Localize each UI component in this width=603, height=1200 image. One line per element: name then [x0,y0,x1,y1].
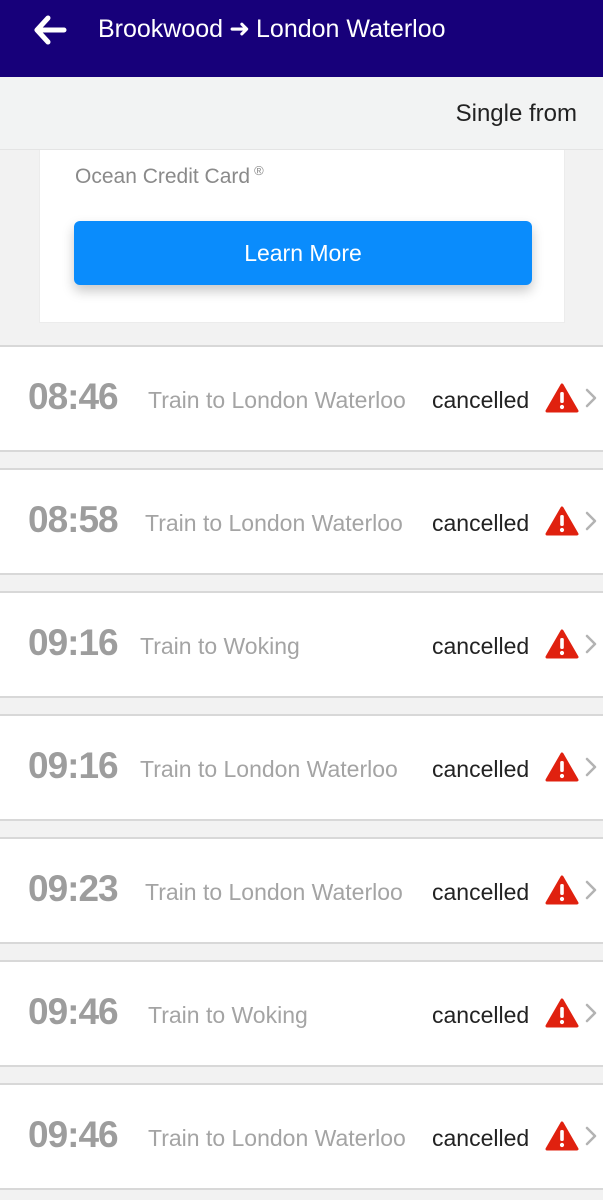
learn-more-button[interactable]: Learn More [74,221,532,285]
departure-row[interactable]: 09:23 Train to London Waterloo cancelled [0,837,603,944]
departure-time: 08:46 [28,376,119,417]
ad-title-text: Ocean Credit Card [75,165,251,188]
departure-row[interactable]: 08:58 Train to London Waterloo cancelled [0,468,603,575]
chevron-right-icon [585,1126,597,1146]
departure-row[interactable]: 09:46 Train to Woking cancelled [0,960,603,1067]
app-header: Brookwood ➜ London Waterloo [0,0,603,77]
departure-destination: Train to London Waterloo [140,756,398,782]
chevron-right-icon [585,511,597,531]
chevron-right-icon [585,880,597,900]
chevron-right-icon [585,757,597,777]
destination-station: London Waterloo [256,15,446,43]
departure-destination: Train to London Waterloo [145,879,403,905]
warning-triangle-icon [545,752,579,782]
back-button[interactable] [28,10,72,50]
departure-status: cancelled [432,510,530,536]
departure-row[interactable]: 09:16 Train to Woking cancelled [0,591,603,698]
departure-row[interactable]: 09:16 Train to London Waterloo cancelled [0,714,603,821]
registered-mark: ® [254,163,264,178]
warning-triangle-icon [545,1121,579,1151]
departure-status: cancelled [432,879,530,905]
departure-row[interactable]: 09:46 Train to London Waterloo cancelled [0,1083,603,1190]
departure-status: cancelled [432,1002,530,1028]
departure-destination: Train to Woking [148,1002,308,1028]
back-arrow-icon [34,15,67,45]
warning-triangle-icon [545,506,579,536]
departure-time: 09:23 [28,868,119,909]
departure-time: 09:46 [28,991,119,1032]
warning-triangle-icon [545,383,579,413]
departure-destination: Train to Woking [140,633,300,659]
departure-status: cancelled [432,633,530,659]
chevron-right-icon [585,1003,597,1023]
departure-destination: Train to London Waterloo [148,387,406,413]
route-arrow-icon: ➜ [229,15,251,43]
fare-label[interactable]: Single from [456,100,577,128]
departure-row[interactable]: 08:46 Train to London Waterloo cancelled [0,345,603,452]
route-title: Brookwood ➜ London Waterloo [98,14,446,44]
departure-status: cancelled [432,1125,530,1151]
departure-time: 09:46 [28,1114,119,1155]
chevron-right-icon [585,634,597,654]
departure-destination: Train to London Waterloo [148,1125,406,1151]
departure-time: 09:16 [28,622,119,663]
chevron-right-icon [585,388,597,408]
departure-destination: Train to London Waterloo [145,510,403,536]
departure-status: cancelled [432,387,530,413]
departure-status: cancelled [432,756,530,782]
ad-title: Ocean Credit Card ® [75,163,264,189]
warning-triangle-icon [545,629,579,659]
warning-triangle-icon [545,998,579,1028]
warning-triangle-icon [545,875,579,905]
origin-station: Brookwood [98,15,224,43]
departure-time: 08:58 [28,499,119,540]
ad-banner: Ocean Credit Card ® Learn More [39,150,565,323]
departure-time: 09:16 [28,745,119,786]
